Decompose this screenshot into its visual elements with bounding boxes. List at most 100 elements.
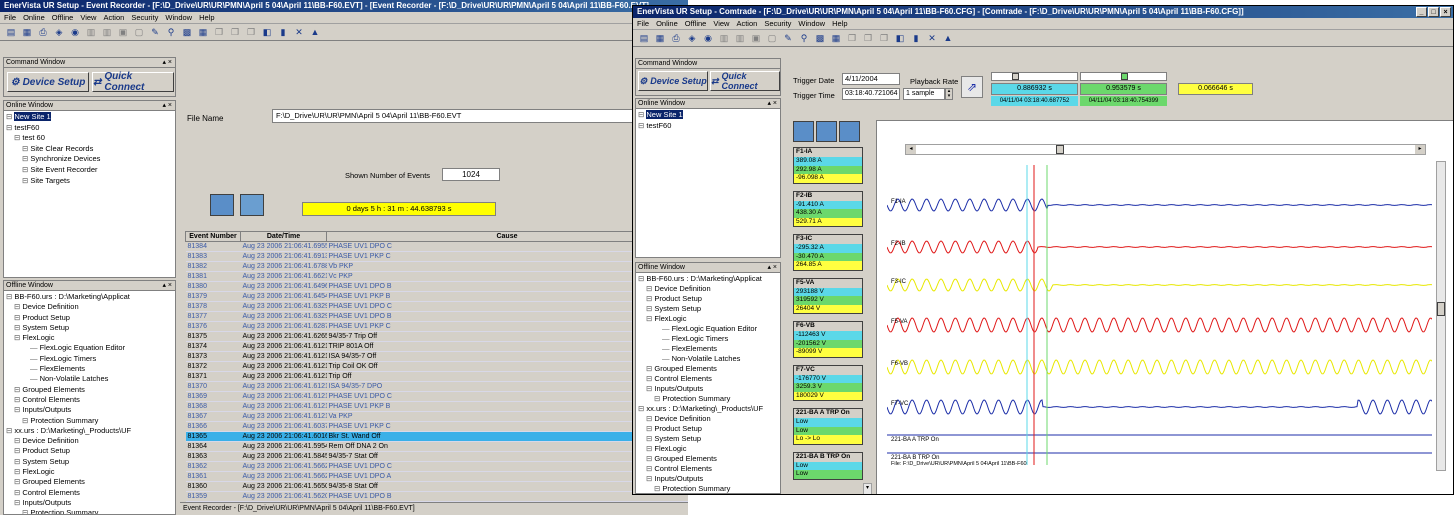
table-row[interactable]: 81383Aug 23 2006 21:06:41.691335PHASE UV… bbox=[185, 251, 688, 262]
tree-item[interactable]: ⊟ Device Definition bbox=[6, 436, 173, 446]
download-icon[interactable]: ▥ bbox=[733, 32, 747, 45]
vertical-scrollbar[interactable] bbox=[1436, 161, 1446, 471]
tree-item[interactable]: ⊟ Product Setup bbox=[6, 313, 173, 323]
tree-item[interactable]: — FlexLogic Timers bbox=[6, 354, 173, 364]
column-header-date-time[interactable]: Date/Time bbox=[240, 231, 327, 242]
playback-rate-field[interactable]: 1 sample bbox=[903, 88, 945, 100]
time-scrollbar[interactable]: ◂ ▸ bbox=[905, 144, 1426, 155]
tree-item[interactable]: — FlexLogic Equation Editor bbox=[638, 324, 778, 334]
tree-item[interactable]: ⊟ System Setup bbox=[6, 323, 173, 333]
tree-item[interactable]: ⊟ Grouped Elements bbox=[638, 454, 778, 464]
tree-item[interactable]: ⊟ Inputs/Outputs bbox=[638, 474, 778, 484]
right-title-bar[interactable]: EnerVista UR Setup - Comtrade - [F:\D_Dr… bbox=[633, 6, 1453, 18]
tree-item[interactable]: ⊟ xx.urs : D:\Marketing\_Products\UF bbox=[6, 426, 173, 436]
chart-icon[interactable]: ▮ bbox=[909, 32, 923, 45]
tree-item[interactable]: ⊟ Protection Summary bbox=[638, 394, 778, 404]
shown-events-field[interactable]: 1024 bbox=[442, 168, 500, 181]
tree-item[interactable]: ⊟ Protection Summary bbox=[638, 484, 778, 493]
connect-icon[interactable]: ◉ bbox=[68, 26, 82, 39]
grid-icon[interactable]: ▩ bbox=[180, 26, 194, 39]
tree-item[interactable]: — Non-Volatile Latches bbox=[638, 354, 778, 364]
table-row[interactable]: 81377Aug 23 2006 21:06:41.632955PHASE UV… bbox=[185, 311, 688, 322]
tree-item[interactable]: ⊟ Site Clear Records bbox=[6, 144, 173, 155]
tree-expand-icon[interactable]: — bbox=[30, 343, 40, 352]
tree-item[interactable]: ⊟ Grouped Elements bbox=[638, 364, 778, 374]
tree-item[interactable]: ⊟ New Site 1 bbox=[638, 110, 778, 121]
tree-item[interactable]: ⊟ Synchronize Devices bbox=[6, 154, 173, 165]
tree-item[interactable]: ⊟ test 60 bbox=[6, 133, 173, 144]
table-row[interactable]: 81374Aug 23 2006 21:06:41.612104TRIP 801… bbox=[185, 341, 688, 352]
pane-close-icon[interactable]: ▴ × bbox=[162, 101, 172, 111]
device-icon[interactable]: ◈ bbox=[685, 32, 699, 45]
tree-item[interactable]: ⊟ FlexLogic bbox=[6, 467, 173, 477]
tree-item[interactable]: — FlexLogic Timers bbox=[638, 334, 778, 344]
trigger-time-field[interactable]: 03:18:40.721064 bbox=[842, 88, 900, 100]
menu-action[interactable]: Action bbox=[103, 13, 124, 22]
table-row[interactable]: 81362Aug 23 2006 21:06:41.566222PHASE UV… bbox=[185, 461, 688, 472]
tree-item[interactable]: ⊟ Control Elements bbox=[6, 488, 173, 498]
tree-item[interactable]: ⊟ Control Elements bbox=[6, 395, 173, 405]
table-row[interactable]: 81369Aug 23 2006 21:06:41.612104PHASE UV… bbox=[185, 391, 688, 402]
cursor2-thumb[interactable] bbox=[1121, 73, 1128, 80]
pane-close-icon[interactable]: ▴ × bbox=[162, 281, 172, 291]
cursor2-slider[interactable] bbox=[1080, 72, 1167, 81]
convert-icon[interactable]: ▢ bbox=[132, 26, 146, 39]
tree-item[interactable]: ⊟ Protection Summary bbox=[6, 508, 173, 514]
tree-item[interactable]: ⊟ System Setup bbox=[6, 457, 173, 467]
column-header-event-number[interactable]: Event Number bbox=[185, 231, 241, 242]
tree-expand-icon[interactable]: — bbox=[30, 354, 40, 363]
tools-icon[interactable]: ✕ bbox=[292, 26, 306, 39]
tools-icon[interactable]: ✕ bbox=[925, 32, 939, 45]
save-events-icon[interactable] bbox=[240, 194, 264, 216]
table-row[interactable]: 81372Aug 23 2006 21:06:41.612104Trip Coi… bbox=[185, 361, 688, 372]
table-row[interactable]: 81375Aug 23 2006 21:06:41.62655594/35-7 … bbox=[185, 331, 688, 342]
tree-item[interactable]: ⊟ Control Elements bbox=[638, 374, 778, 384]
settings-cursor-icon[interactable] bbox=[839, 121, 860, 142]
pane-close-icon[interactable]: ▴ × bbox=[162, 58, 172, 68]
table-row[interactable]: 81378Aug 23 2006 21:06:41.632955PHASE UV… bbox=[185, 301, 688, 312]
playback-spinner[interactable]: ▴ ▾ bbox=[945, 88, 953, 100]
save-icon[interactable]: ▦ bbox=[20, 26, 34, 39]
tree-item[interactable]: ⊟ testF60 bbox=[638, 121, 778, 132]
table-row[interactable]: 81366Aug 23 2006 21:06:41.603769PHASE UV… bbox=[185, 421, 688, 432]
zoom-icon[interactable]: ⚲ bbox=[797, 32, 811, 45]
tree-item[interactable]: ⊟ Inputs/Outputs bbox=[6, 405, 173, 415]
tree-item[interactable]: ⊟ FlexLogic bbox=[6, 333, 173, 343]
tree-item[interactable]: ⊟ Product Setup bbox=[638, 424, 778, 434]
tree-item[interactable]: ⊟ Inputs/Outputs bbox=[638, 384, 778, 394]
left-title-bar[interactable]: EnerVista UR Setup - Event Recorder - [F… bbox=[0, 0, 688, 12]
tree-item[interactable]: — FlexElements bbox=[638, 344, 778, 354]
menu-online[interactable]: Online bbox=[23, 13, 45, 22]
table-row[interactable]: 81364Aug 23 2006 21:06:41.595427Rem Off … bbox=[185, 441, 688, 452]
measurement-scrollbar[interactable]: ▾ bbox=[863, 483, 872, 494]
open-icon[interactable]: ▤ bbox=[4, 26, 18, 39]
tree-item[interactable]: ⊟ Device Definition bbox=[638, 414, 778, 424]
alert-icon[interactable]: ▲ bbox=[308, 26, 322, 39]
tree-item[interactable]: ⊟ System Setup bbox=[638, 434, 778, 444]
save-icon[interactable]: ▦ bbox=[653, 32, 667, 45]
upload-icon[interactable]: ▥ bbox=[84, 26, 98, 39]
chart-icon[interactable]: ▮ bbox=[276, 26, 290, 39]
remove-cursor-icon[interactable] bbox=[816, 121, 837, 142]
tree-item[interactable]: ⊟ Product Setup bbox=[6, 446, 173, 456]
table-row[interactable]: 81361Aug 23 2006 21:06:41.566222PHASE UV… bbox=[185, 471, 688, 482]
preview-icon[interactable]: ◧ bbox=[260, 26, 274, 39]
table-row[interactable]: 81371Aug 23 2006 21:06:41.612104Trip Off bbox=[185, 371, 688, 382]
tree-item[interactable]: ⊟ Grouped Elements bbox=[6, 477, 173, 487]
tree-item[interactable]: ⊟ Control Elements bbox=[638, 464, 778, 474]
tree-item[interactable]: — FlexLogic Equation Editor bbox=[6, 343, 173, 353]
scroll-right-icon[interactable]: ▸ bbox=[1415, 145, 1425, 154]
cut-icon[interactable]: ❐ bbox=[244, 26, 258, 39]
paste-icon[interactable]: ❐ bbox=[228, 26, 242, 39]
tree-item[interactable]: — Non-Volatile Latches bbox=[6, 374, 173, 384]
cursor1-thumb[interactable] bbox=[1012, 73, 1019, 80]
copy-icon[interactable]: ❐ bbox=[212, 26, 226, 39]
tree-item[interactable]: ⊟ Inputs/Outputs bbox=[6, 498, 173, 508]
table-row[interactable]: 81360Aug 23 2006 21:06:41.56503494/35-8 … bbox=[185, 481, 688, 492]
zoom-icon[interactable]: ⚲ bbox=[164, 26, 178, 39]
menu-action[interactable]: Action bbox=[736, 19, 757, 28]
table-row[interactable]: 81380Aug 23 2006 21:06:41.649637PHASE UV… bbox=[185, 281, 688, 292]
tree-item[interactable]: ⊟ New Site 1 bbox=[6, 112, 173, 123]
print-icon[interactable]: ⎙ bbox=[36, 26, 50, 39]
convert-icon[interactable]: ▢ bbox=[765, 32, 779, 45]
